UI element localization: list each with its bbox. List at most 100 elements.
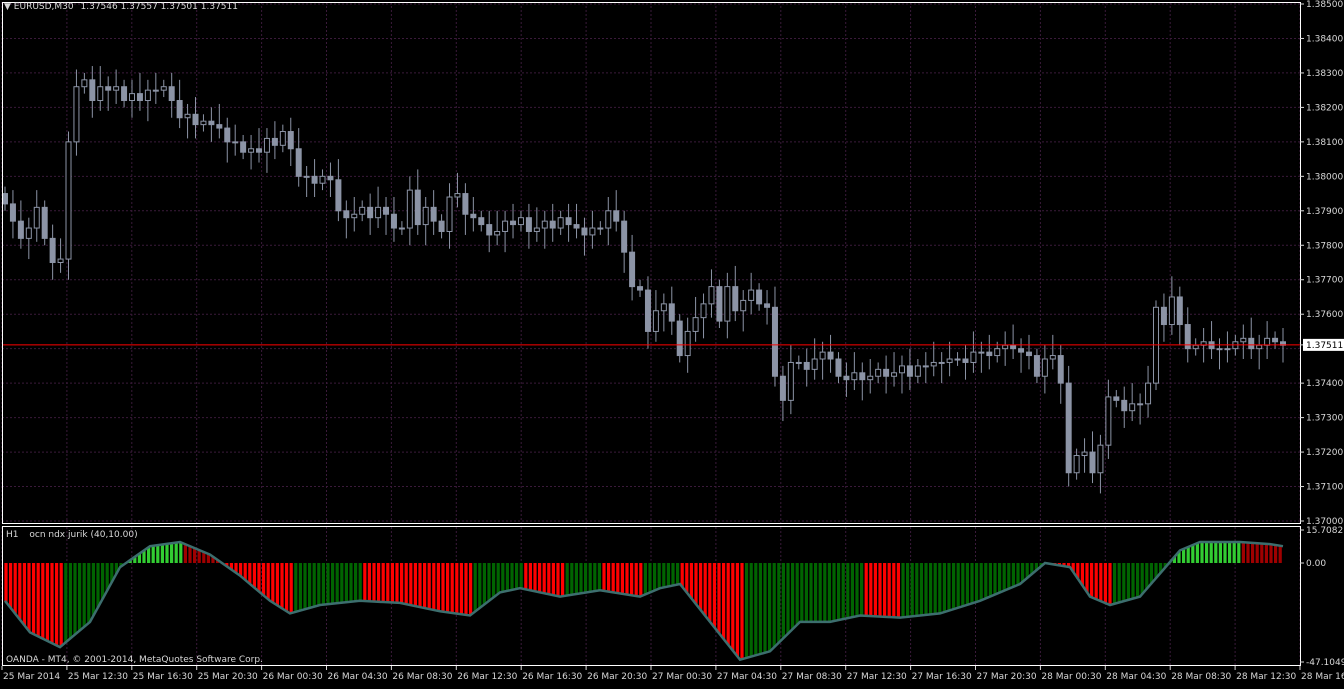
- indicator-bar: [1279, 546, 1282, 563]
- candle-body: [153, 90, 158, 91]
- indicator-bar: [970, 563, 973, 603]
- indicator-bar: [621, 563, 624, 594]
- indicator-bar: [800, 563, 803, 622]
- indicator-bar: [1223, 542, 1226, 563]
- indicator-bar: [165, 544, 168, 563]
- indicator-bar: [975, 563, 978, 602]
- candle-body: [638, 287, 643, 290]
- indicator-axis-label: 15.7082: [1306, 526, 1343, 536]
- candle-body: [312, 176, 317, 183]
- candle-body: [653, 311, 658, 332]
- indicator-bar: [515, 563, 518, 589]
- candle-body: [971, 352, 976, 362]
- symbol-header[interactable]: ▼ EURUSD,M30 1.37546 1.37557 1.37501 1.3…: [4, 2, 238, 12]
- chart-window[interactable]: 1.385001.384001.383001.382001.381001.380…: [0, 0, 1344, 685]
- candle-body: [876, 369, 881, 376]
- candle-body: [1066, 383, 1071, 473]
- indicator-bar: [308, 563, 311, 608]
- indicator-bar: [1191, 545, 1194, 563]
- indicator-bar: [676, 563, 679, 585]
- candle-body: [995, 349, 1000, 356]
- candle-body: [50, 238, 55, 262]
- indicator-axis-label: 0.00: [1306, 559, 1326, 569]
- indicator-bar: [464, 563, 467, 615]
- indicator-bar: [147, 547, 150, 563]
- indicator-bar: [685, 563, 688, 593]
- candle-body: [1122, 400, 1127, 410]
- indicator-bar: [1021, 563, 1024, 582]
- chart-canvas[interactable]: 1.385001.384001.383001.382001.381001.380…: [0, 0, 1344, 685]
- indicator-bar: [533, 563, 536, 591]
- candle-body: [193, 114, 198, 124]
- indicator-bar: [883, 563, 886, 617]
- indicator-bar: [878, 563, 881, 617]
- indicator-bar: [759, 563, 762, 654]
- candle-body: [42, 207, 47, 238]
- candle-body: [3, 194, 8, 204]
- time-label: 28 Mar 08:30: [1171, 672, 1231, 682]
- indicator-bar: [492, 563, 495, 597]
- time-label: 25 Mar 2014: [3, 672, 60, 682]
- candle-body: [1241, 338, 1246, 341]
- candle-body: [344, 211, 349, 218]
- indicator-bar: [382, 563, 385, 602]
- indicator-bar: [865, 563, 868, 616]
- candle-body: [709, 287, 714, 304]
- indicator-bar: [41, 563, 44, 639]
- indicator-bar: [1233, 542, 1236, 563]
- candle-body: [963, 359, 968, 362]
- triangle-down-icon[interactable]: ▼: [4, 2, 11, 12]
- indicator-bar: [1007, 563, 1010, 589]
- indicator-bar: [483, 563, 486, 604]
- candle-body: [987, 352, 992, 355]
- indicator-bar: [478, 563, 481, 608]
- candle-body: [590, 228, 595, 235]
- indicator-bar: [1145, 563, 1148, 589]
- indicator-bar: [262, 563, 265, 595]
- candle-body: [574, 225, 579, 228]
- indicator-bar: [372, 563, 375, 602]
- candle-body: [558, 218, 563, 228]
- candle-body: [844, 376, 849, 379]
- indicator-bar: [814, 563, 817, 622]
- indicator-axis-label: -47.1049: [1306, 658, 1344, 668]
- indicator-bar: [763, 563, 766, 653]
- indicator-bar: [782, 563, 785, 638]
- indicator-bar: [837, 563, 840, 620]
- indicator-bar: [152, 546, 155, 563]
- candle-body: [669, 304, 674, 321]
- indicator-bar: [92, 563, 95, 616]
- candle-body: [606, 211, 611, 228]
- indicator-bar: [294, 563, 297, 612]
- indicator-bar: [1016, 563, 1019, 585]
- indicator-bar: [175, 543, 178, 563]
- indicator-bar: [708, 563, 711, 622]
- candle-body: [955, 359, 960, 360]
- candle-body: [177, 101, 182, 118]
- candle-body: [693, 318, 698, 332]
- candle-body: [257, 149, 262, 152]
- price-label: 1.38200: [1306, 103, 1343, 113]
- indicator-bar: [64, 563, 67, 642]
- indicator-bar: [446, 563, 449, 612]
- candle-body: [90, 80, 95, 101]
- candle-body: [765, 304, 770, 307]
- indicator-bar: [906, 563, 909, 617]
- candle-body: [304, 176, 309, 177]
- indicator-bar: [253, 563, 256, 588]
- time-label: 27 Mar 16:30: [912, 672, 972, 682]
- indicator-bar: [823, 563, 826, 622]
- indicator-bar: [1122, 563, 1125, 601]
- indicator-bar: [915, 563, 918, 616]
- indicator-bar: [570, 563, 573, 595]
- candle-body: [899, 366, 904, 373]
- candle-body: [1273, 338, 1278, 341]
- indicator-bar: [1131, 563, 1134, 599]
- candle-body: [598, 228, 603, 229]
- indicator-bar: [584, 563, 587, 593]
- candle-body: [534, 228, 539, 231]
- indicator-bar: [1090, 563, 1093, 597]
- candle-body: [836, 359, 841, 376]
- candle-body: [296, 149, 301, 177]
- indicator-bar: [851, 563, 854, 617]
